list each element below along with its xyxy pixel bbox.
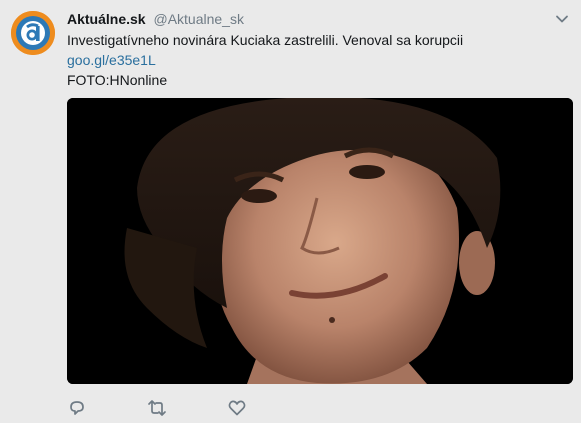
retweet-button[interactable] xyxy=(147,398,167,418)
reply-button[interactable] xyxy=(67,398,87,418)
display-name[interactable]: Aktuálne.sk xyxy=(67,11,146,27)
tweet-card: Aktuálne.sk @Aktualne_sk Investigatívneh… xyxy=(0,0,581,423)
tweet-header: Aktuálne.sk @Aktualne_sk xyxy=(67,10,244,28)
avatar[interactable] xyxy=(11,11,55,55)
tweet-link[interactable]: goo.gl/e35e1L xyxy=(67,52,156,68)
photo-credit: FOTO:HNonline xyxy=(67,72,168,88)
tweet-photo[interactable] xyxy=(67,98,573,384)
heart-icon xyxy=(228,400,246,416)
retweet-icon xyxy=(148,400,166,416)
tweet-text: Investigatívneho novinára Kuciaka zastre… xyxy=(67,30,567,90)
reply-icon xyxy=(70,401,84,415)
portrait-photo xyxy=(67,98,573,384)
aktualne-logo-icon xyxy=(11,11,55,55)
like-button[interactable] xyxy=(227,398,247,418)
tweet-headline: Investigatívneho novinára Kuciaka zastre… xyxy=(67,32,464,48)
more-options-button[interactable] xyxy=(553,10,571,28)
user-handle[interactable]: @Aktualne_sk xyxy=(153,11,243,27)
chevron-down-icon xyxy=(556,15,568,23)
